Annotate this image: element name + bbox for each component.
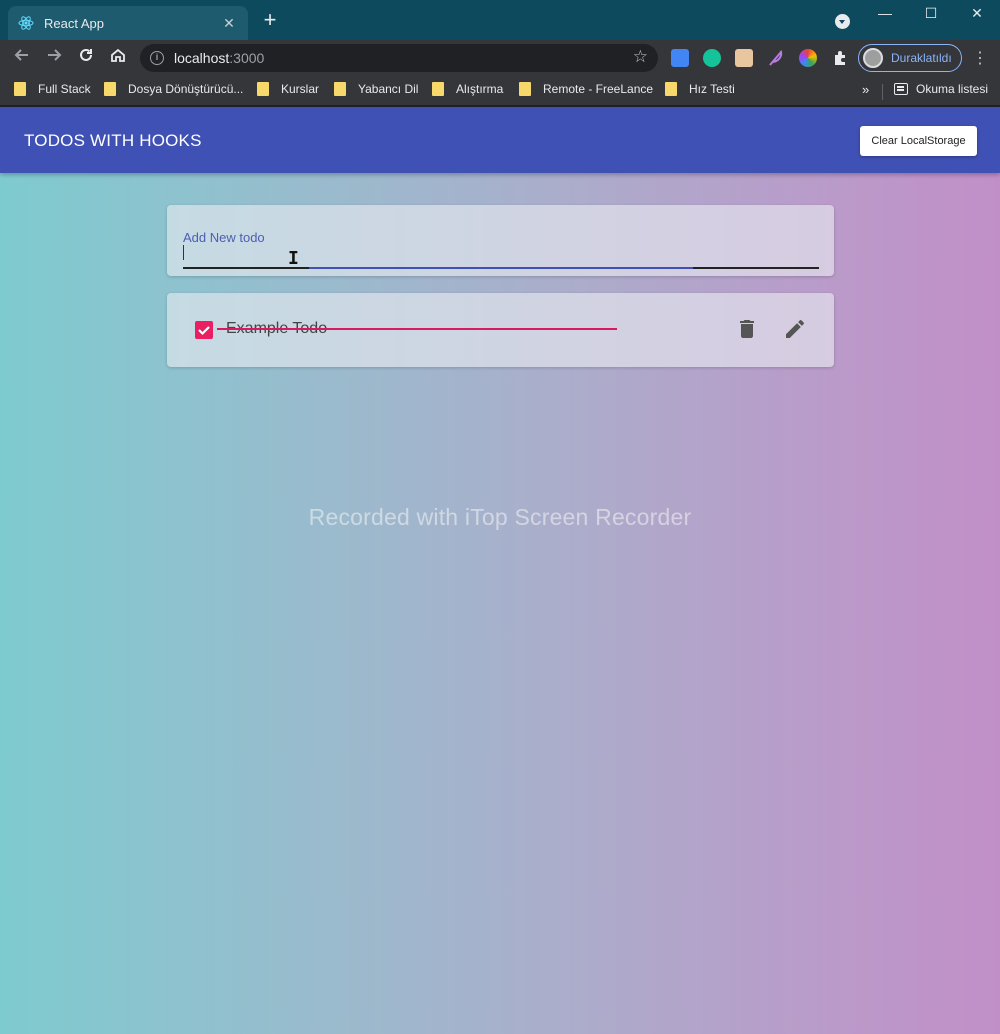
avatar-extension-icon[interactable] (735, 49, 753, 67)
clear-localstorage-button[interactable]: Clear LocalStorage (860, 126, 977, 156)
profile-status-label: Duraklatıldı (891, 51, 952, 65)
home-icon[interactable] (106, 46, 130, 70)
folder-icon (665, 82, 677, 96)
react-icon (18, 15, 34, 31)
bookmark-star-icon[interactable]: ☆ (633, 47, 648, 67)
recorder-watermark: Recorded with iTop Screen Recorder (308, 504, 692, 530)
bookmark-item[interactable]: Dosya Dönüştürücü... (104, 82, 243, 96)
completed-strikethrough (217, 328, 617, 330)
tab-title: React App (44, 15, 104, 31)
add-todo-input[interactable] (183, 243, 819, 267)
avatar (863, 48, 883, 68)
text-caret (183, 245, 184, 260)
folder-icon (257, 82, 269, 96)
profile-button[interactable]: Duraklatıldı (858, 44, 962, 72)
edit-icon[interactable] (783, 317, 807, 341)
reload-icon[interactable] (74, 46, 98, 70)
page-title: TODOS WITH HOOKS (24, 131, 202, 150)
url-host: localhost (174, 50, 230, 66)
todo-checkbox[interactable] (195, 321, 213, 339)
forward-arrow-icon[interactable] (42, 46, 66, 70)
url-port: :3000 (229, 50, 265, 66)
bookmarks-overflow-icon[interactable]: » (862, 82, 869, 97)
divider (882, 84, 883, 100)
page-content: TODOS WITH HOOKS Clear LocalStorage Add … (0, 107, 1000, 1034)
browser-tab[interactable]: React App ✕ (8, 6, 248, 40)
browser-toolbar: i localhost :3000 ☆ Duraklatıldı ⋮ (0, 40, 1000, 76)
maximize-button[interactable]: ☐ (908, 0, 954, 28)
delete-icon[interactable] (735, 317, 759, 341)
todo-item: Example Todo (167, 293, 834, 367)
tab-strip: React App ✕ + — ☐ ✕ (0, 0, 1000, 40)
window-close-button[interactable]: ✕ (954, 0, 1000, 28)
reading-list-button[interactable]: Okuma listesi (894, 82, 988, 96)
back-arrow-icon[interactable] (10, 46, 34, 70)
checkmark-icon (198, 326, 210, 336)
input-focus-underline (309, 267, 693, 269)
reading-list-label: Okuma listesi (916, 82, 989, 96)
folder-icon (334, 82, 346, 96)
translate-icon[interactable] (671, 49, 689, 67)
add-todo-card: Add New todo I (167, 205, 834, 276)
tab-close-icon[interactable]: ✕ (220, 15, 238, 32)
info-icon[interactable]: i (150, 51, 164, 65)
folder-icon (14, 82, 26, 96)
folder-icon (104, 82, 116, 96)
bookmark-item[interactable]: Hız Testi (665, 82, 735, 96)
folder-icon (519, 82, 531, 96)
bookmarks-bar: Full Stack Dosya Dönüştürücü... Kurslar … (0, 76, 1000, 106)
color-wheel-icon[interactable] (799, 49, 817, 67)
reading-list-icon (894, 83, 908, 95)
bookmark-item[interactable]: Kurslar (257, 82, 319, 96)
address-bar[interactable]: i localhost :3000 ☆ (140, 44, 658, 72)
new-tab-button[interactable]: + (258, 8, 282, 32)
app-bar: TODOS WITH HOOKS Clear LocalStorage (0, 107, 1000, 173)
bookmark-item[interactable]: Remote - FreeLance (519, 82, 653, 96)
bookmark-item[interactable]: Yabancı Dil (334, 82, 418, 96)
bookmark-item[interactable]: Alıştırma (432, 82, 503, 96)
kebab-menu-icon[interactable]: ⋮ (972, 48, 988, 68)
puzzle-icon[interactable] (831, 49, 849, 67)
minimize-button[interactable]: — (862, 0, 908, 28)
tab-search-icon[interactable] (835, 14, 850, 29)
bookmark-item[interactable]: Full Stack (14, 82, 91, 96)
grammarly-icon[interactable] (703, 49, 721, 67)
ibeam-cursor-icon: I (288, 248, 299, 269)
feather-icon[interactable] (767, 49, 785, 67)
folder-icon (432, 82, 444, 96)
